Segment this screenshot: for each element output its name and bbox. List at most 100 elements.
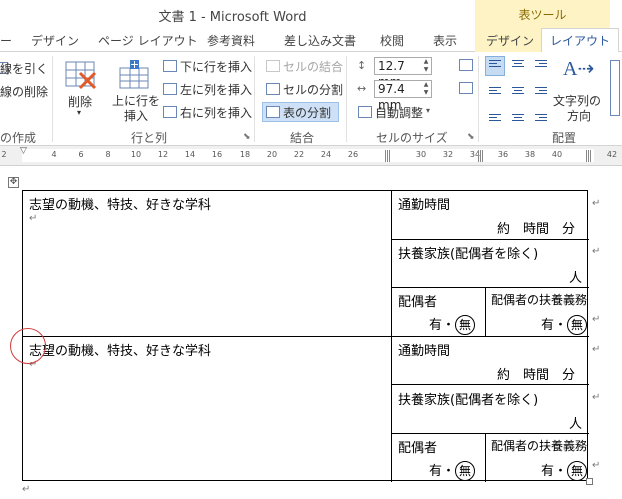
cell-margins-icon[interactable]	[610, 60, 620, 116]
ruler-tick: 14	[184, 150, 196, 159]
ruler-tick: 26	[347, 150, 359, 159]
commute-label[interactable]: 通勤時間	[398, 340, 450, 359]
ruler-tick: 6	[78, 150, 84, 159]
dependents-label[interactable]: 扶養家族(配偶者を除く)	[398, 389, 538, 408]
column-width-input[interactable]: 97.4 mm ▲ ▼	[374, 80, 432, 112]
tab-table-design[interactable]: デザイン	[486, 32, 534, 49]
tab-view[interactable]: 表示	[433, 32, 457, 49]
distribute-columns-icon[interactable]	[459, 82, 473, 94]
ruler-tick: 30	[415, 150, 427, 159]
spouse-support-value[interactable]: 有・無	[541, 460, 588, 481]
spinner-arrows-icon[interactable]: ▲ ▼	[421, 81, 431, 97]
align-middle-left-button[interactable]	[485, 80, 505, 100]
dependents-unit[interactable]: 人	[569, 413, 582, 432]
dependents-label[interactable]: 扶養家族(配偶者を除く)	[398, 243, 538, 262]
align-middle-right-button[interactable]	[531, 80, 551, 100]
insert-below-button[interactable]: 下に行を挿入	[180, 58, 252, 75]
group-separator	[478, 56, 479, 142]
ruler-tick: 24	[320, 150, 332, 159]
align-top-right-button[interactable]	[531, 56, 551, 76]
ruler-tick: 36	[497, 150, 509, 159]
table-move-handle-icon[interactable]: ✥	[8, 177, 19, 188]
eraser-button[interactable]: 線の削除	[0, 83, 48, 100]
commute-value[interactable]: 約 時間 分	[497, 218, 575, 237]
paragraph-mark: ↵	[29, 213, 38, 224]
tab-references[interactable]: 参考資料	[207, 32, 255, 49]
height-icon: ↕	[357, 59, 367, 72]
delete-button[interactable]: 削除 ▾	[60, 58, 100, 120]
width-icon: ↔	[357, 82, 367, 95]
group-separator	[52, 56, 53, 142]
text-direction-icon: A⇢	[563, 58, 595, 80]
group-label-rows-cols: 行と列	[131, 131, 168, 145]
window-title: 文書 1 - Microsoft Word	[158, 10, 307, 25]
tab-design[interactable]: デザイン	[31, 32, 79, 49]
draw-lines-button[interactable]: 線を引く	[0, 60, 48, 77]
row-end-mark: ↵	[592, 392, 601, 403]
align-bottom-left-button[interactable]	[485, 104, 505, 124]
column-marker[interactable]	[586, 150, 592, 162]
chevron-down-icon: ▾	[426, 106, 431, 115]
insert-left-icon	[163, 83, 177, 95]
group-separator	[254, 56, 255, 142]
insert-below-icon	[163, 60, 177, 72]
tab-table-layout[interactable]: レイアウト	[541, 28, 620, 53]
ruler-tick: 40	[551, 150, 563, 159]
align-bottom-center-button[interactable]	[508, 104, 528, 124]
spouse-value[interactable]: 有・無	[429, 314, 476, 335]
document-page[interactable]: ✥ 志望の動機、特技、好きな学科 ↵ 通勤時間 約 時間 分 扶養家族(配偶者を…	[0, 166, 622, 499]
insert-above-button[interactable]: 上に行を 挿入	[110, 58, 160, 124]
split-table-icon	[266, 106, 280, 118]
ribbon: 線を引く 線の削除 の作成 削除 ▾ 上に行を 挿入 下に行を挿入 左に列を挿入…	[0, 52, 622, 146]
motivation-label[interactable]: 志望の動機、特技、好きな学科	[29, 194, 211, 213]
insert-left-button[interactable]: 左に列を挿入	[180, 81, 252, 98]
align-middle-center-button[interactable]	[508, 80, 528, 100]
tab-page-layout[interactable]: ページ レイアウト	[98, 32, 198, 49]
spouse-support-label[interactable]: 配偶者の扶養義務	[491, 291, 587, 308]
split-cells-button[interactable]: セルの分割	[283, 81, 343, 98]
table-tools-header: 表ツール	[475, 0, 610, 28]
tab-insert[interactable]: ー	[0, 32, 12, 49]
row-height-input[interactable]: 12.7 mm ▲▼	[374, 57, 432, 89]
group-label-cell-size: セルのサイズ	[376, 131, 448, 145]
autofit-button[interactable]: 自動調整	[375, 104, 423, 121]
split-cells-icon	[266, 83, 280, 95]
motivation-label[interactable]: 志望の動機、特技、好きな学科	[29, 340, 211, 359]
commute-value[interactable]: 約 時間 分	[497, 364, 575, 383]
ruler-tick: 20	[266, 150, 278, 159]
group-label-draw: の作成	[0, 131, 37, 145]
chevron-down-icon: ▾	[77, 108, 82, 117]
circled-value: 無	[567, 315, 588, 335]
spouse-support-value[interactable]: 有・無	[541, 314, 588, 335]
align-top-left-button[interactable]	[485, 56, 505, 76]
commute-label[interactable]: 通勤時間	[398, 194, 450, 213]
distribute-rows-icon[interactable]	[459, 59, 473, 71]
align-top-center-button[interactable]	[508, 56, 528, 76]
ruler-tick: 32	[442, 150, 454, 159]
indent-marker-icon[interactable]: ▽	[20, 146, 27, 156]
text-direction-button[interactable]: A⇢ 文字列の 方向	[553, 56, 603, 124]
split-table-button[interactable]: 表の分割	[283, 104, 331, 121]
ruler-tick: 4	[51, 150, 57, 159]
spouse-label[interactable]: 配偶者	[398, 291, 437, 310]
spouse-label[interactable]: 配偶者	[398, 437, 437, 456]
tab-mailings[interactable]: 差し込み文書	[284, 32, 356, 49]
align-bottom-right-button[interactable]	[531, 104, 551, 124]
spouse-value[interactable]: 有・無	[429, 460, 476, 481]
rows-cols-launcher-icon[interactable]: ⬊	[243, 132, 251, 142]
circled-value: 無	[455, 315, 476, 335]
cell-size-launcher-icon[interactable]: ⬊	[467, 132, 475, 142]
ruler-tick: 2	[1, 150, 7, 159]
spouse-value-prefix: 有・	[429, 318, 456, 333]
spinner-arrows-icon[interactable]: ▲ ▼	[421, 58, 431, 74]
merge-cells-button[interactable]: セルの結合	[283, 58, 343, 75]
tab-review[interactable]: 校閲	[380, 32, 404, 49]
table-resize-handle-icon[interactable]	[586, 478, 593, 485]
horizontal-ruler[interactable]: 2 4 6 8 10 12 14 16 18 20 22 24 26 30 32…	[0, 146, 622, 166]
ruler-tick: 12	[157, 150, 169, 159]
dependents-unit[interactable]: 人	[569, 267, 582, 286]
insert-right-button[interactable]: 右に列を挿入	[180, 104, 252, 121]
column-marker[interactable]	[385, 150, 391, 162]
column-marker[interactable]	[478, 150, 484, 162]
spouse-support-label[interactable]: 配偶者の扶養義務	[491, 437, 587, 454]
